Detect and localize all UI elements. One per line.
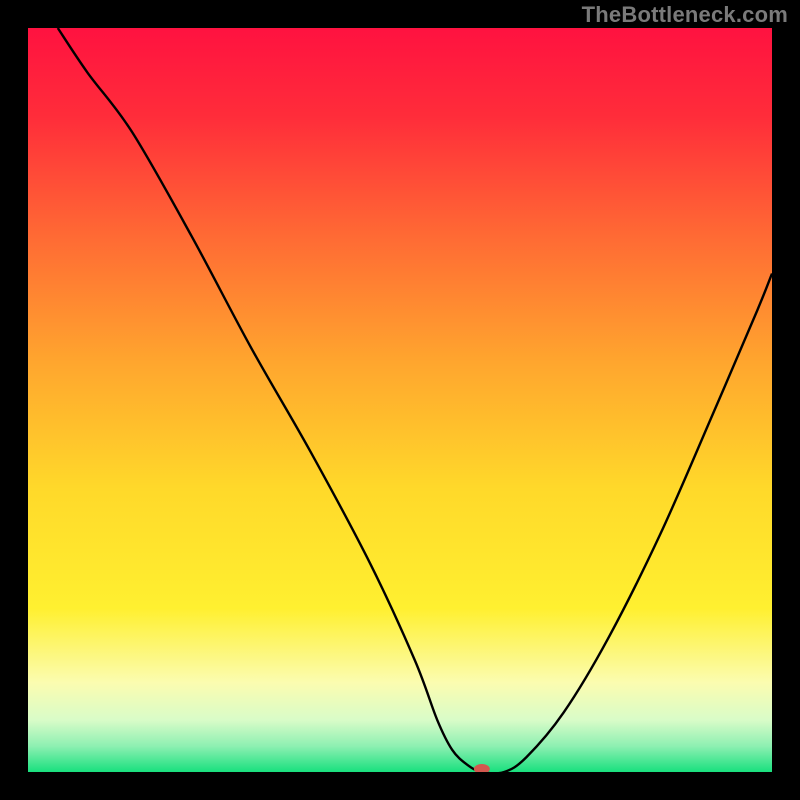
chart-background [28,28,772,772]
watermark-label: TheBottleneck.com [582,2,788,28]
chart-frame: TheBottleneck.com [0,0,800,800]
chart-svg [28,28,772,772]
plot-area [28,28,772,772]
